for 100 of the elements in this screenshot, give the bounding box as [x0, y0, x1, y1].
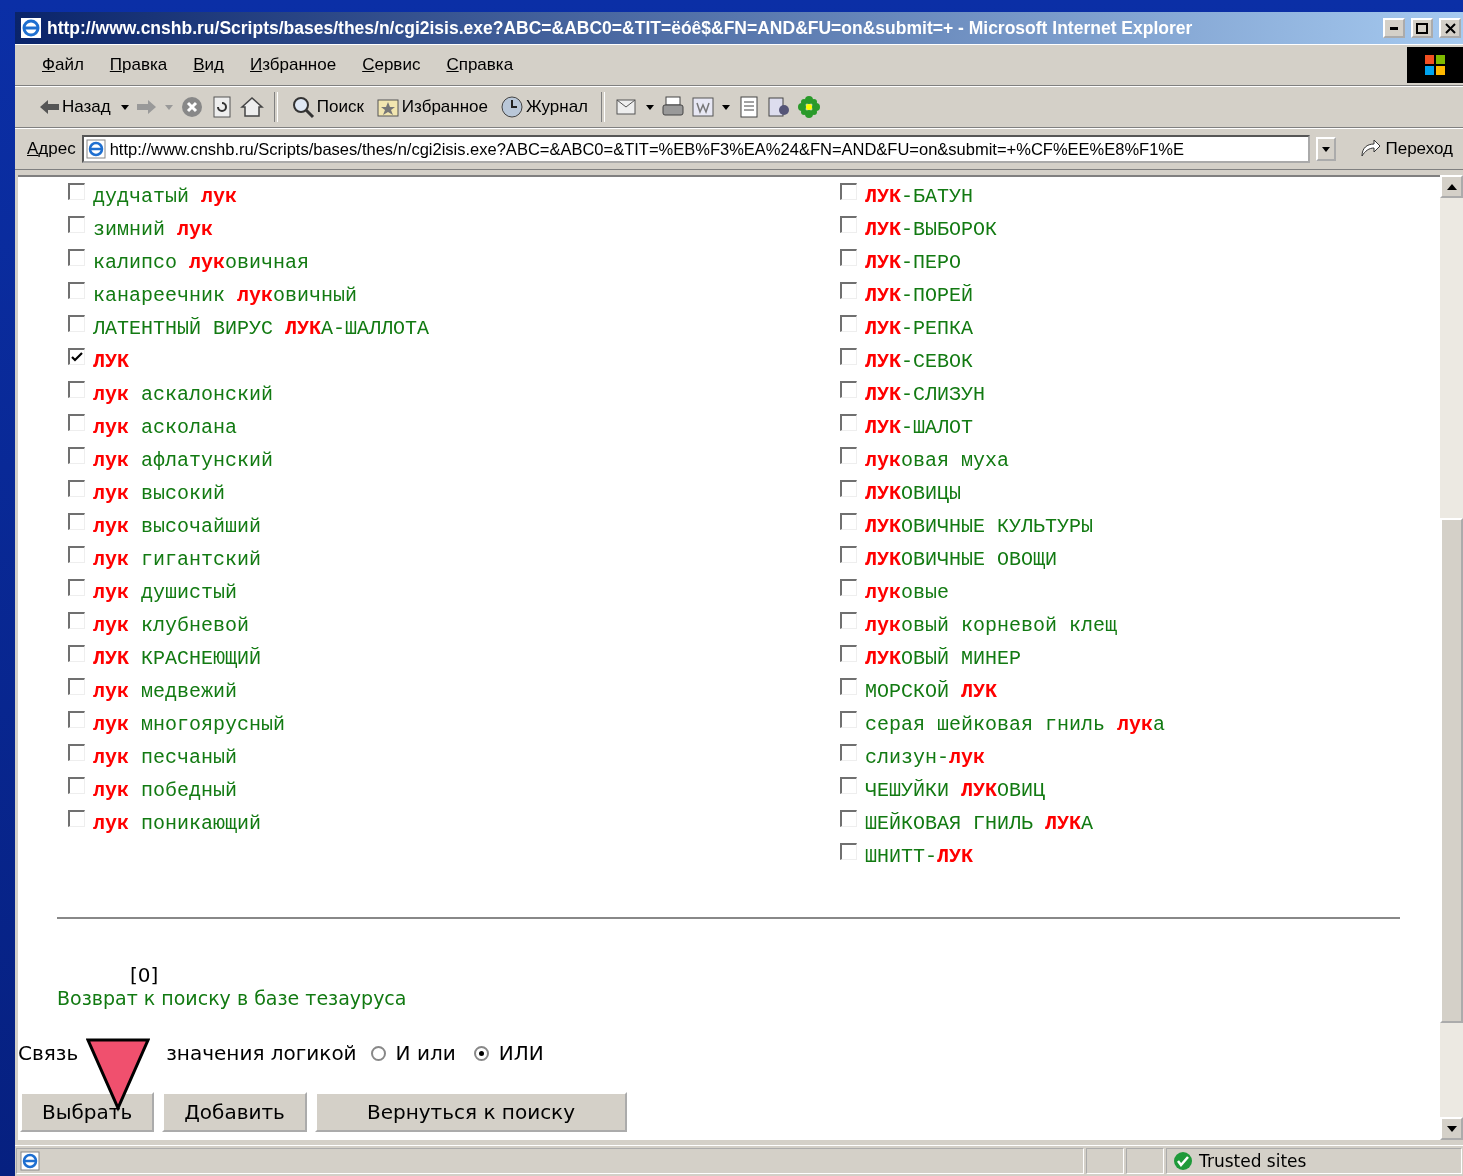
up-arrow-icon	[1446, 183, 1457, 190]
scroll-up-button[interactable]	[1440, 175, 1463, 198]
maximize-button[interactable]	[1411, 18, 1433, 38]
checkbox[interactable]	[840, 381, 857, 398]
term-label: ЛУК	[93, 350, 129, 373]
form-button[interactable]: Выбрать	[20, 1092, 155, 1132]
checkbox[interactable]	[68, 249, 85, 266]
checkbox[interactable]	[68, 579, 85, 596]
term-label: лук душистый	[93, 581, 238, 604]
checkbox[interactable]	[840, 249, 857, 266]
scroll-down-button[interactable]	[1440, 1117, 1463, 1140]
term-label: лук асколана	[93, 416, 238, 439]
term-label: ЛУК-РЕПКА	[865, 317, 974, 340]
checkbox[interactable]	[68, 612, 85, 629]
checkbox[interactable]	[68, 480, 85, 497]
close-button[interactable]	[1439, 18, 1461, 38]
result-count: [0]	[130, 963, 159, 987]
menu-item[interactable]: Вид	[180, 55, 237, 75]
address-field[interactable]: http://www.cnshb.ru/Scripts/bases/thes/n/cgi2isis.exe?ABC=&ABC0=&TIT=%EB%F3%EA%24&FN=AND&FU=on&submit=+%CF%EE%E8%F1%E	[81, 135, 1311, 163]
checkbox[interactable]	[840, 447, 857, 464]
term-label: ШЕЙКОВАЯ ГНИЛЬ ЛУКА	[865, 812, 1094, 835]
menu-item[interactable]: Правка	[96, 55, 181, 75]
menu-item[interactable]: Файл	[29, 55, 97, 75]
logic-label: Связь	[18, 1041, 79, 1065]
menu-item[interactable]: Сервис	[349, 55, 434, 75]
stop-icon[interactable]	[179, 95, 204, 119]
home-icon[interactable]	[239, 95, 264, 119]
clock-icon	[500, 95, 524, 119]
checkbox[interactable]	[840, 612, 857, 629]
checkbox[interactable]	[840, 777, 857, 794]
checkbox[interactable]	[68, 348, 85, 365]
checkbox[interactable]	[68, 546, 85, 563]
favorites-button[interactable]: Избранное	[372, 93, 491, 121]
checkbox[interactable]	[840, 810, 857, 827]
checkbox[interactable]	[840, 414, 857, 431]
menu-item[interactable]: Справка	[433, 55, 527, 75]
caret-icon[interactable]	[721, 102, 732, 112]
checkbox[interactable]	[840, 183, 857, 200]
checkbox[interactable]	[840, 843, 857, 860]
checkbox[interactable]	[840, 282, 857, 299]
checkbox[interactable]	[68, 777, 85, 794]
dropdown-button[interactable]	[1316, 137, 1337, 161]
checkbox[interactable]	[68, 744, 85, 761]
scrollbar[interactable]	[1440, 175, 1463, 1140]
radio-button[interactable]	[370, 1045, 386, 1061]
edit-document-icon[interactable]	[691, 95, 716, 119]
term-label: ЛУК-БАТУН	[865, 185, 974, 208]
term-label: лук афлатунский	[93, 449, 274, 472]
discuss-icon[interactable]	[767, 95, 792, 119]
checkbox[interactable]	[68, 315, 85, 332]
caret-icon[interactable]	[645, 102, 656, 112]
checkbox[interactable]	[840, 711, 857, 728]
checkbox[interactable]	[840, 678, 857, 695]
checkbox[interactable]	[68, 282, 85, 299]
window-title: http://www.cnshb.ru/Scripts/bases/thes/n/cgi2isis.exe?ABC=&ABC0=&TIT=ëóê$&FN=AND&FU=on&submit=+ - Microsoft Internet Explorer	[47, 17, 1194, 39]
form-button[interactable]: Добавить	[162, 1092, 307, 1132]
checkbox[interactable]	[840, 216, 857, 233]
term-label: дудчатый лук	[93, 185, 238, 208]
checkbox[interactable]	[68, 381, 85, 398]
checkbox[interactable]	[68, 216, 85, 233]
term-label: ЛУКОВИЧНЫЕ ОВОЩИ	[865, 548, 1058, 571]
checkbox[interactable]	[840, 513, 857, 530]
return-link[interactable]: Возврат к поиску в базе тезауруса	[57, 987, 407, 1009]
term-label: ЛУК-ВЫБОРОК	[865, 218, 998, 241]
checkbox[interactable]	[840, 744, 857, 761]
scroll-thumb[interactable]	[1440, 518, 1463, 1023]
back-button[interactable]: Назад	[35, 94, 114, 120]
term-label: калипсо луковичная	[93, 251, 310, 274]
printer-icon[interactable]	[661, 95, 686, 119]
page-icon[interactable]	[20, 1151, 40, 1171]
check-icon	[1173, 1151, 1193, 1171]
checkbox[interactable]	[68, 678, 85, 695]
checkbox[interactable]	[840, 546, 857, 563]
go-button[interactable]: Переход	[1342, 138, 1463, 160]
term-label: луковые	[865, 581, 950, 604]
checkbox[interactable]	[68, 513, 85, 530]
term-label: лук медвежий	[93, 680, 238, 703]
checkbox[interactable]	[68, 414, 85, 431]
checkbox[interactable]	[68, 447, 85, 464]
checkbox[interactable]	[840, 579, 857, 596]
checkbox[interactable]	[840, 315, 857, 332]
caret-icon[interactable]	[119, 102, 130, 112]
checkbox[interactable]	[68, 711, 85, 728]
checkbox[interactable]	[68, 183, 85, 200]
checkbox[interactable]	[68, 810, 85, 827]
term-label: МОРСКОЙ ЛУК	[865, 680, 998, 703]
search-button[interactable]: Поиск	[287, 93, 367, 121]
checkbox[interactable]	[840, 348, 857, 365]
checkbox[interactable]	[840, 645, 857, 662]
form-button[interactable]: Вернуться к поиску	[314, 1092, 628, 1132]
radio-button[interactable]	[473, 1045, 489, 1061]
checkbox[interactable]	[840, 480, 857, 497]
menu-item[interactable]: Избранное	[237, 55, 350, 75]
browser-icon[interactable]	[19, 16, 43, 40]
minimize-button[interactable]	[1383, 18, 1405, 38]
term-label: серая шейковая гниль лука	[865, 713, 1166, 736]
caret-icon	[1321, 144, 1332, 154]
checkbox[interactable]	[68, 645, 85, 662]
flower-icon[interactable]	[797, 95, 822, 119]
history-button[interactable]: Журнал	[497, 93, 592, 121]
